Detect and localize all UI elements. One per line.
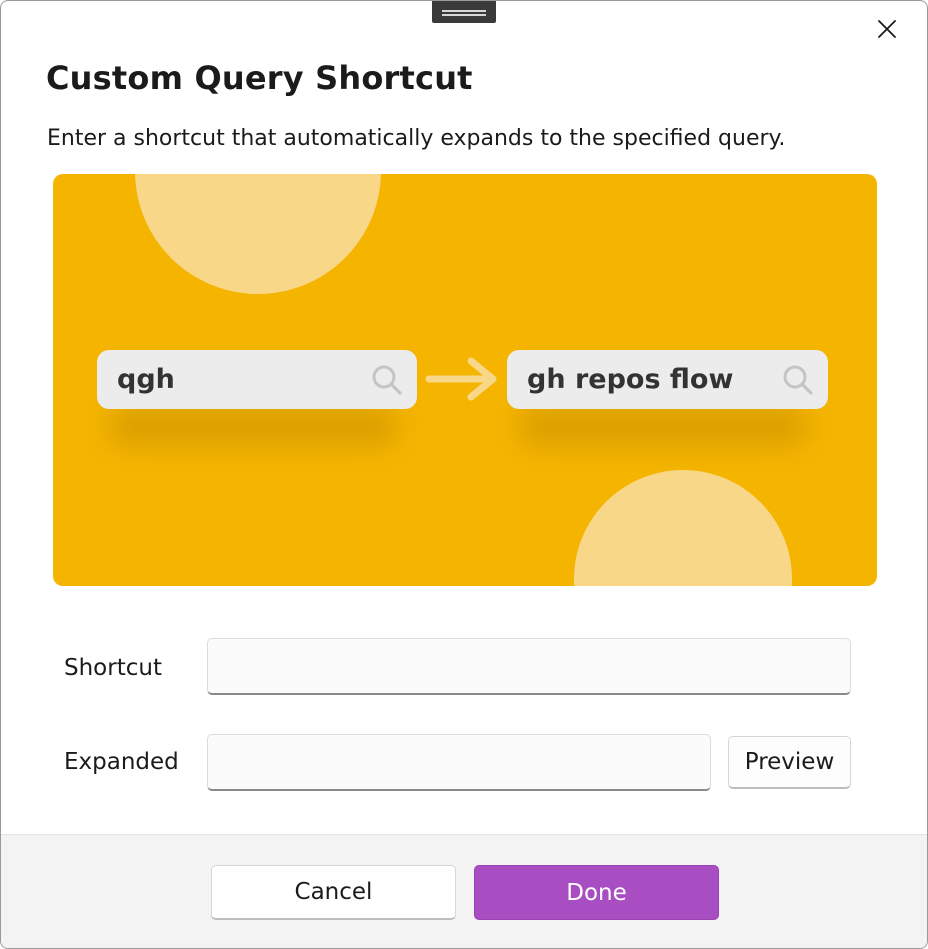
shortcut-input[interactable] <box>207 638 851 695</box>
drag-handle-line <box>442 14 486 16</box>
illustration-banner: qgh gh repos flow <box>53 174 877 586</box>
expanded-input[interactable] <box>207 734 711 791</box>
done-button[interactable]: Done <box>474 865 719 920</box>
drag-handle[interactable] <box>432 1 496 23</box>
decorative-circle <box>574 470 792 586</box>
search-icon <box>783 365 813 395</box>
dialog-title: Custom Query Shortcut <box>46 59 473 97</box>
dialog-footer: Cancel Done <box>1 834 927 948</box>
cancel-button[interactable]: Cancel <box>211 865 456 920</box>
example-expanded-pill: gh repos flow <box>507 350 828 409</box>
close-icon <box>878 20 896 38</box>
example-shortcut-text: qgh <box>117 364 175 395</box>
drag-handle-line <box>442 10 486 12</box>
preview-button[interactable]: Preview <box>728 736 851 789</box>
example-shortcut-pill: qgh <box>97 350 417 409</box>
close-button[interactable] <box>869 11 905 47</box>
example-expanded-text: gh repos flow <box>527 364 734 395</box>
dialog-description: Enter a shortcut that automatically expa… <box>47 126 786 151</box>
arrow-right-icon <box>425 357 497 401</box>
expanded-label: Expanded <box>64 749 179 775</box>
custom-query-shortcut-dialog: Custom Query Shortcut Enter a shortcut t… <box>0 0 928 949</box>
pill-shadow <box>518 406 808 446</box>
decorative-circle <box>135 174 381 294</box>
pill-shadow <box>108 406 398 446</box>
shortcut-label: Shortcut <box>64 655 162 681</box>
search-icon <box>372 365 402 395</box>
